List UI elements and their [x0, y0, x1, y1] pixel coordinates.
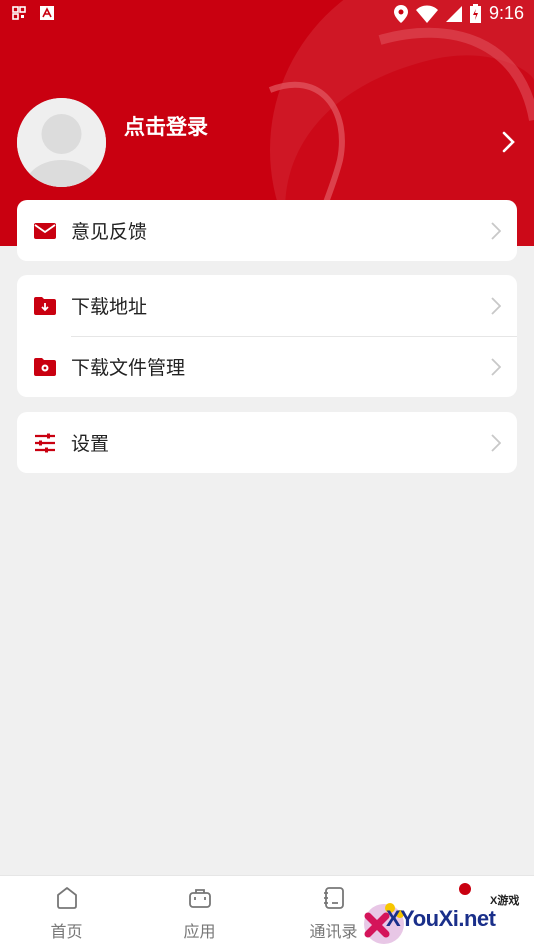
menu-item-settings[interactable]: 设置 [17, 412, 517, 473]
chevron-right-icon [491, 357, 501, 376]
menu-item-label: 意见反馈 [71, 222, 148, 243]
red-dot-icon [459, 883, 471, 895]
tab-label: 首页 [50, 924, 83, 941]
menu-item-download-address[interactable]: 下载地址 [17, 275, 517, 336]
contacts-icon [323, 887, 344, 909]
settings-card: 设置 [17, 412, 517, 473]
battery-icon [469, 4, 481, 23]
menu-item-feedback[interactable]: 意见反馈 [17, 200, 517, 261]
site-watermark: X游戏 XYouXi.net [360, 880, 534, 948]
home-icon [56, 887, 77, 909]
menu-item-label: 下载地址 [71, 297, 148, 318]
wifi-icon [415, 5, 438, 23]
download-card: 下载地址 下载文件管理 [17, 275, 517, 397]
tab-home[interactable]: 首页 [0, 876, 133, 948]
location-icon [393, 4, 408, 23]
chevron-right-icon[interactable] [502, 131, 516, 153]
briefcase-icon [188, 889, 211, 908]
menu-item-download-file-manager[interactable]: 下载文件管理 [17, 336, 517, 397]
tab-apps[interactable]: 应用 [133, 876, 266, 948]
tab-label: 应用 [183, 924, 216, 941]
chevron-right-icon [491, 296, 501, 315]
clock: 9:16 [488, 3, 524, 23]
status-bar: 9:16 [0, 0, 534, 28]
menu-item-label: 下载文件管理 [71, 358, 186, 379]
folder-settings-icon [34, 357, 56, 376]
feedback-card: 意见反馈 [17, 200, 517, 261]
sliders-icon [35, 433, 55, 452]
qr-notification-icon [12, 6, 26, 20]
login-link[interactable]: 点击登录 [124, 111, 208, 141]
app-notification-icon [40, 6, 54, 20]
download-folder-icon [34, 296, 56, 315]
watermark-brand: XYouXi.net [386, 906, 496, 931]
menu-item-label: 设置 [71, 434, 110, 455]
signal-icon [445, 5, 462, 22]
chevron-right-icon [491, 221, 501, 240]
default-user-icon [17, 98, 106, 187]
chevron-right-icon [491, 433, 501, 452]
avatar[interactable] [17, 98, 106, 187]
mail-icon [34, 222, 56, 239]
